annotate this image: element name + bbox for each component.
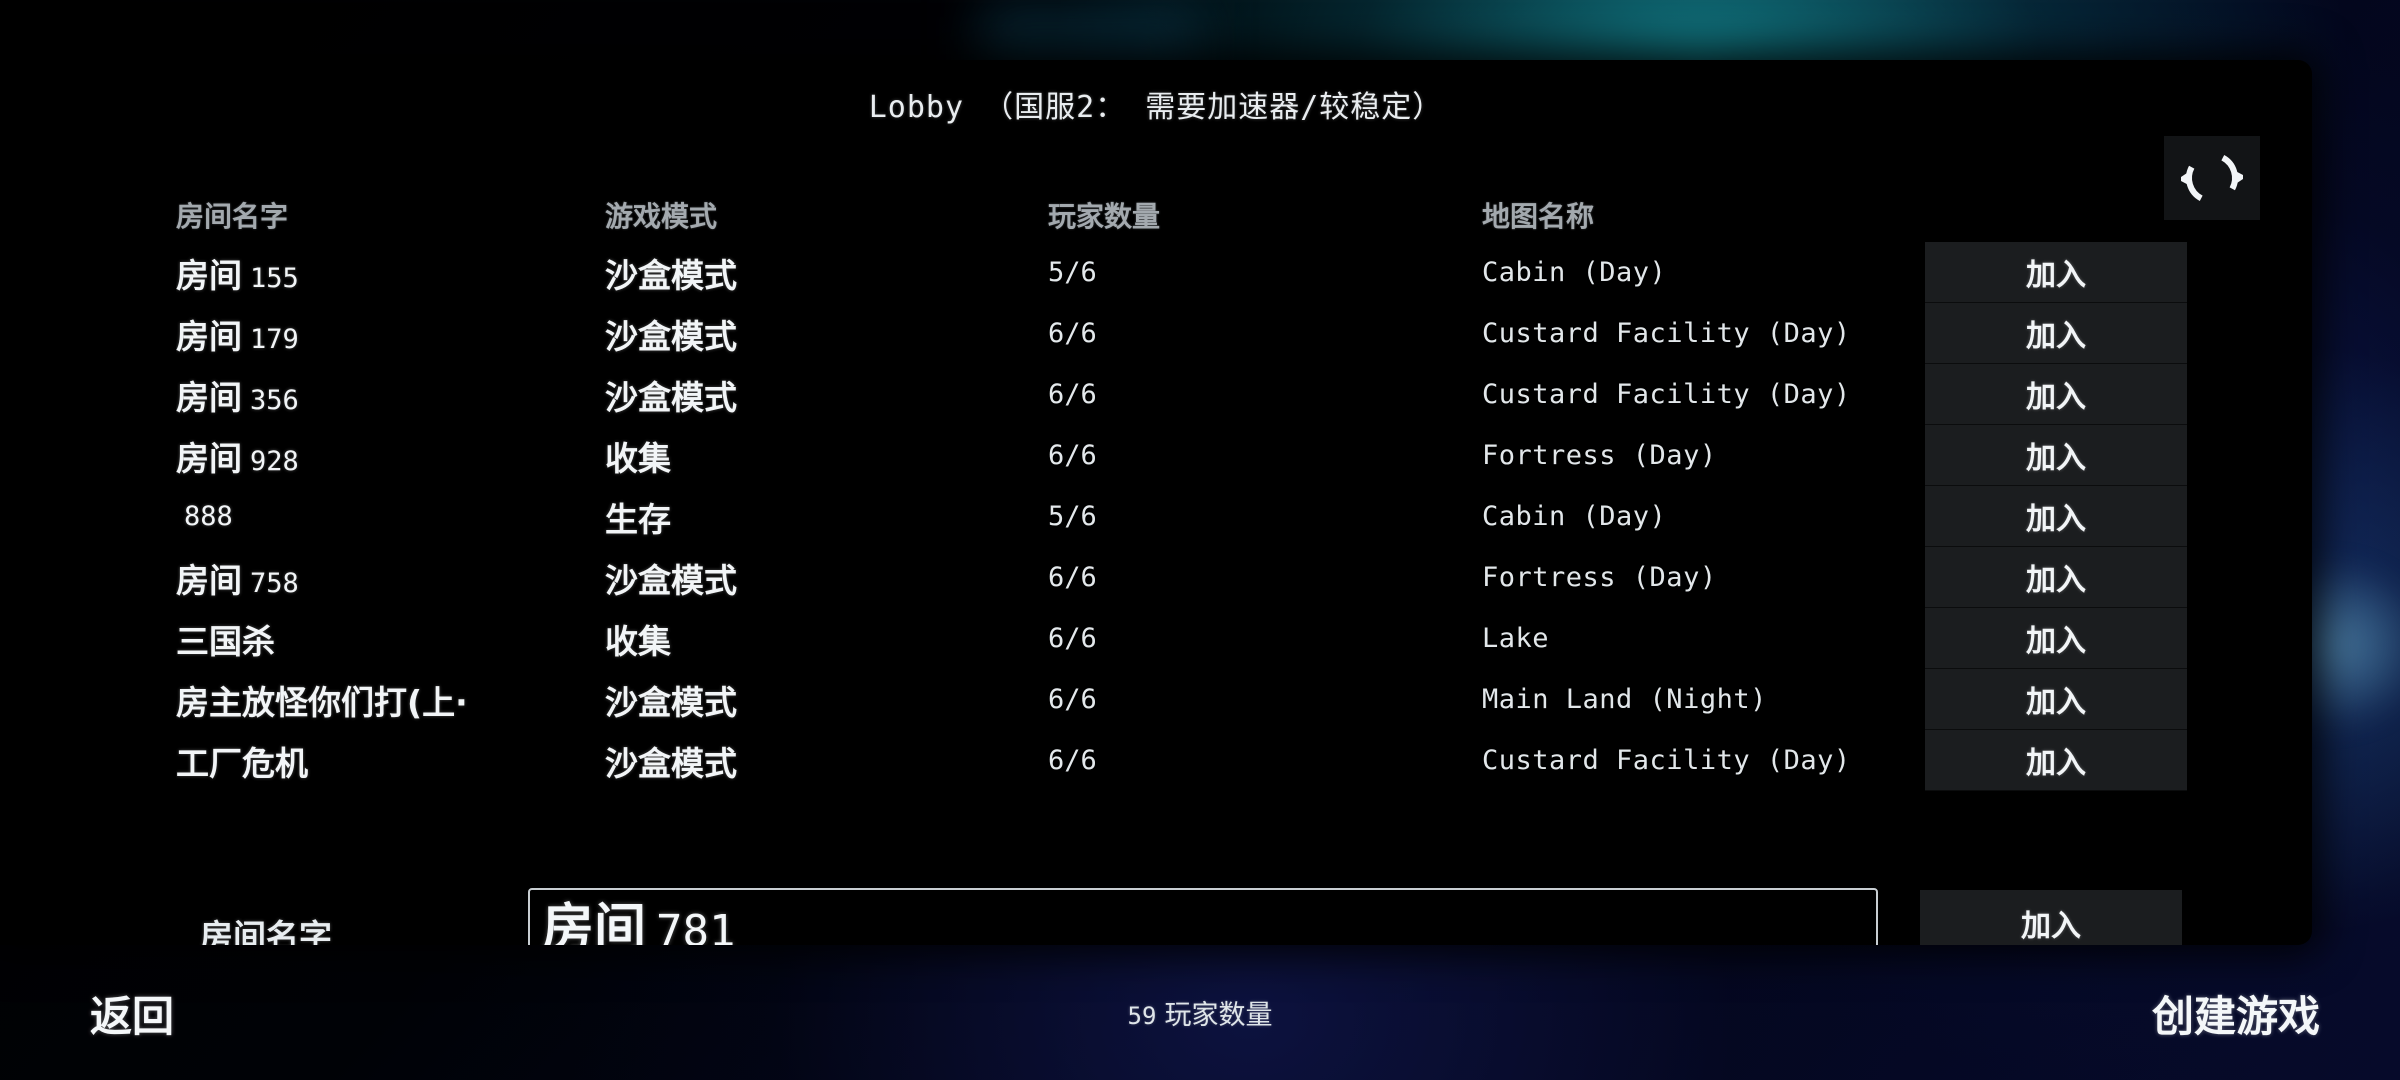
table-row: 房间 179 沙盒模式 6/6 Custard Facility (Day) 加入: [0, 303, 2312, 364]
game-mode-cell: 沙盒模式: [605, 377, 737, 417]
join-button-label: 加入: [2026, 258, 2086, 293]
column-header-name: 房间名字: [176, 200, 289, 233]
player-count-cell: 5/6: [1048, 257, 1097, 288]
room-name-input-value: 房间 781: [542, 890, 736, 946]
footer-bar: 返回 59 玩家数量 创建游戏: [0, 945, 2400, 1080]
table-row: 房主放怪你们打(上· 沙盒模式 6/6 Main Land (Night) 加入: [0, 669, 2312, 730]
room-name-cell: 房间 356: [176, 371, 596, 419]
game-mode-cell: 沙盒模式: [605, 560, 737, 600]
room-list-table: 房间名字 游戏模式 玩家数量 地图名称 房间 155 沙盒模式 5/6 Cabin (D…: [0, 188, 2312, 791]
column-header-mode: 游戏模式: [605, 200, 718, 233]
room-name-text: 房间: [176, 377, 242, 417]
game-mode-cell: 生存: [605, 499, 671, 539]
table-row: 房间 758 沙盒模式 6/6 Fortress (Day) 加入: [0, 547, 2312, 608]
join-button-label: 加入: [2026, 319, 2086, 354]
map-name-cell: Lake: [1482, 623, 1550, 654]
room-name-number: 356: [250, 384, 299, 416]
create-form-join-label: 加入: [2021, 909, 2081, 944]
room-name-number: 155: [250, 262, 299, 294]
room-name-cell: 三国杀: [176, 615, 596, 663]
player-count-cell: 6/6: [1048, 745, 1097, 776]
map-name-cell: Fortress (Day): [1482, 440, 1717, 471]
room-name-text: 房间: [176, 560, 242, 600]
column-header-players: 玩家数量: [1048, 200, 1161, 233]
player-count-status: 59 玩家数量: [0, 993, 2400, 1032]
lobby-panel: Lobby （国服2： 需要加速器/较稳定） 房间名字 游戏模式 玩家数量 地图…: [0, 60, 2312, 945]
join-button[interactable]: 加入: [1925, 425, 2187, 486]
join-button-label: 加入: [2026, 624, 2086, 659]
player-count-cell: 6/6: [1048, 318, 1097, 349]
column-header-map: 地图名称: [1482, 200, 1595, 233]
join-button[interactable]: 加入: [1925, 730, 2187, 791]
room-name-text: 房间: [176, 438, 242, 478]
player-count-cell: 6/6: [1048, 562, 1097, 593]
room-name-cell: 房间 758: [176, 554, 596, 602]
player-count-cell: 6/6: [1048, 684, 1097, 715]
room-name-cell: 888: [176, 501, 596, 532]
join-button-label: 加入: [2026, 502, 2086, 537]
table-row: 房间 928 收集 6/6 Fortress (Day) 加入: [0, 425, 2312, 486]
game-mode-cell: 沙盒模式: [605, 255, 737, 295]
room-name-label: 房间名字: [200, 917, 332, 945]
room-name-prefix: 房间: [542, 898, 647, 946]
game-mode-cell: 沙盒模式: [605, 682, 737, 722]
page-title: Lobby （国服2： 需要加速器/较稳定）: [868, 90, 1444, 125]
join-button-label: 加入: [2026, 563, 2086, 598]
join-button[interactable]: 加入: [1925, 547, 2187, 608]
join-button-label: 加入: [2026, 441, 2086, 476]
room-name-text: 三国杀: [176, 621, 275, 661]
room-name-number: 781: [656, 905, 736, 946]
join-button[interactable]: 加入: [1925, 303, 2187, 364]
join-button-label: 加入: [2026, 380, 2086, 415]
player-count-cell: 6/6: [1048, 623, 1097, 654]
room-name-input[interactable]: 房间 781: [528, 888, 1878, 945]
map-name-cell: Custard Facility (Day): [1482, 318, 1851, 349]
create-room-form: 房间名字 房间 781 加入: [0, 888, 2312, 945]
player-count-number: 59: [1127, 1002, 1157, 1030]
room-name-text: 房间: [176, 255, 242, 295]
room-name-text: 房主放怪你们打(上·: [176, 682, 468, 722]
player-count-label: 玩家数量: [1164, 1000, 1273, 1031]
game-mode-cell: 收集: [605, 438, 671, 478]
join-button[interactable]: 加入: [1925, 669, 2187, 730]
table-header-row: 房间名字 游戏模式 玩家数量 地图名称: [0, 188, 2312, 242]
join-button-label: 加入: [2026, 685, 2086, 720]
join-button-label: 加入: [2026, 746, 2086, 781]
game-mode-cell: 沙盒模式: [605, 743, 737, 783]
room-name-number: 758: [250, 567, 299, 599]
join-button[interactable]: 加入: [1925, 608, 2187, 669]
map-name-cell: Fortress (Day): [1482, 562, 1717, 593]
map-name-cell: Main Land (Night): [1482, 684, 1767, 715]
room-name-cell: 房主放怪你们打(上·: [176, 676, 596, 724]
map-name-cell: Custard Facility (Day): [1482, 745, 1851, 776]
room-name-cell: 房间 928: [176, 432, 596, 480]
player-count-cell: 6/6: [1048, 440, 1097, 471]
create-form-join-button[interactable]: 加入: [1920, 890, 2182, 945]
room-name-number: 179: [250, 323, 299, 355]
join-button[interactable]: 加入: [1925, 242, 2187, 303]
table-row: 三国杀 收集 6/6 Lake 加入: [0, 608, 2312, 669]
join-button[interactable]: 加入: [1925, 364, 2187, 425]
join-button[interactable]: 加入: [1925, 486, 2187, 547]
room-name-text: 工厂危机: [176, 743, 308, 783]
room-name-cell: 房间 155: [176, 249, 596, 297]
room-name-number: 928: [250, 445, 299, 477]
player-count-cell: 6/6: [1048, 379, 1097, 410]
room-name-cell: 工厂危机: [176, 737, 596, 785]
game-mode-cell: 收集: [605, 621, 671, 661]
map-name-cell: Cabin (Day): [1482, 501, 1667, 532]
room-name-number: 888: [184, 501, 233, 532]
map-name-cell: Cabin (Day): [1482, 257, 1667, 288]
player-count-cell: 5/6: [1048, 501, 1097, 532]
create-game-button[interactable]: 创建游戏: [2152, 983, 2320, 1044]
table-row: 888 生存 5/6 Cabin (Day) 加入: [0, 486, 2312, 547]
map-name-cell: Custard Facility (Day): [1482, 379, 1851, 410]
room-name-cell: 房间 179: [176, 310, 596, 358]
game-mode-cell: 沙盒模式: [605, 316, 737, 356]
table-row: 工厂危机 沙盒模式 6/6 Custard Facility (Day) 加入: [0, 730, 2312, 791]
room-name-text: 房间: [176, 316, 242, 356]
table-row: 房间 155 沙盒模式 5/6 Cabin (Day) 加入: [0, 242, 2312, 303]
table-row: 房间 356 沙盒模式 6/6 Custard Facility (Day) 加入: [0, 364, 2312, 425]
